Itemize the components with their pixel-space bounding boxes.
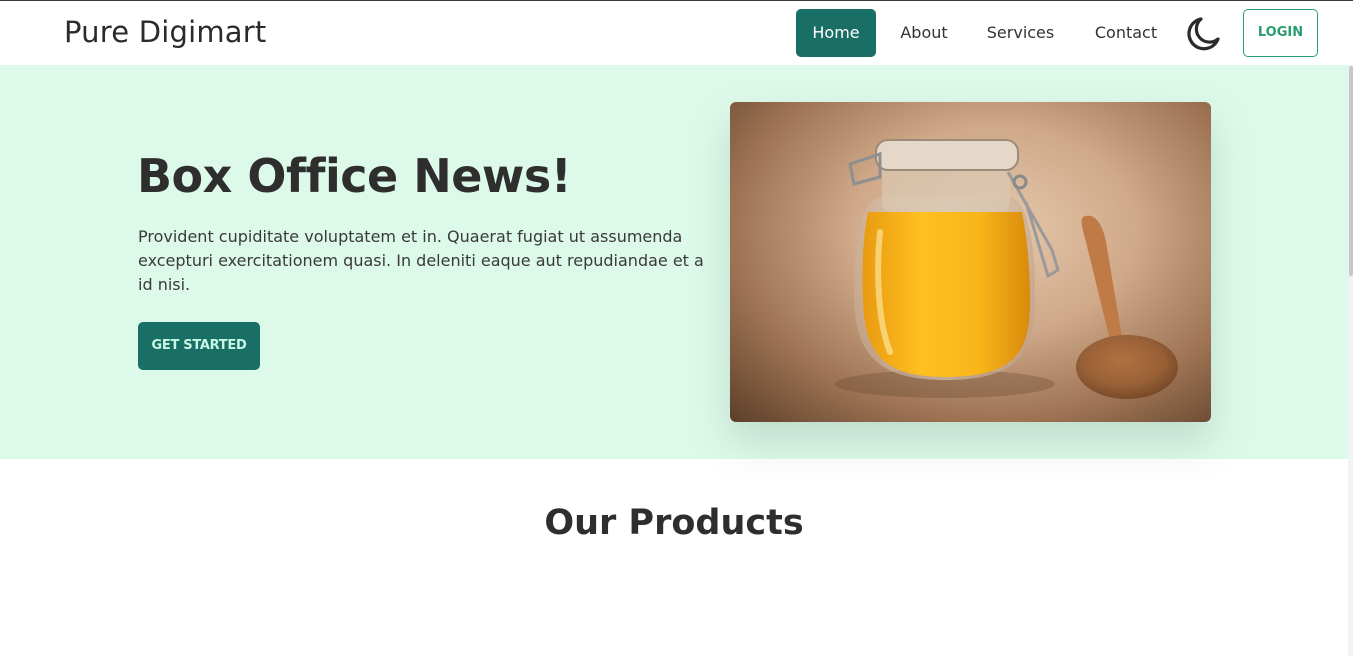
moon-icon[interactable] xyxy=(1184,15,1222,53)
nav-about[interactable]: About xyxy=(892,9,956,57)
brand-logo-text[interactable]: Pure Digimart xyxy=(64,15,266,49)
hero-title: Box Office News! xyxy=(137,149,572,203)
get-started-button[interactable]: GET STARTED xyxy=(138,322,260,370)
navbar: Pure Digimart Home About Services Contac… xyxy=(0,1,1353,65)
products-section-title: Our Products xyxy=(544,503,804,543)
scrollbar-thumb[interactable] xyxy=(1349,66,1353,276)
jar-illustration xyxy=(835,139,1178,399)
nav-home[interactable]: Home xyxy=(796,9,876,57)
hero-description: Provident cupiditate voluptatem et in. Q… xyxy=(138,227,704,294)
nav-contact[interactable]: Contact xyxy=(1088,9,1164,57)
hero-image xyxy=(730,102,1211,422)
nav-services[interactable]: Services xyxy=(982,9,1059,57)
login-button[interactable]: LOGIN xyxy=(1243,9,1318,57)
hero-section: Box Office News! Provident cupiditate vo… xyxy=(0,65,1348,459)
